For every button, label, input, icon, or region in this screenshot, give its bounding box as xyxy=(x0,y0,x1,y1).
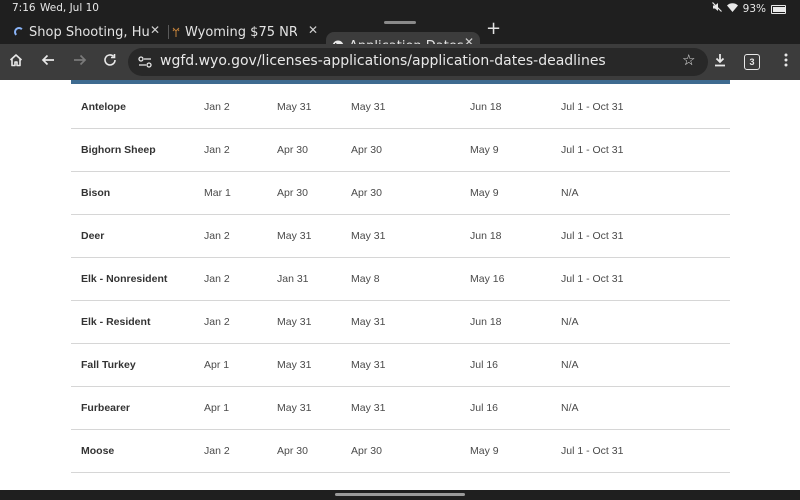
close-icon[interactable]: ✕ xyxy=(150,23,160,37)
date-range-cell: Jul 1 - Oct 31 xyxy=(561,144,624,156)
date-cell: Apr 30 xyxy=(351,187,382,199)
table-row: Elk - Nonresident Jan 2 Jan 31 May 8 May… xyxy=(71,258,730,301)
date-cell: May 31 xyxy=(277,359,312,371)
date-cell: May 31 xyxy=(277,230,312,242)
battery-icon xyxy=(771,4,786,14)
date-cell: Jun 18 xyxy=(470,230,502,242)
species-cell: Moose xyxy=(81,445,115,457)
status-time: 7:16 xyxy=(12,2,36,14)
date-range-cell: Jul 1 - Oct 31 xyxy=(561,273,624,285)
status-bar: 7:16 Wed, Jul 10 93% xyxy=(0,0,800,16)
date-range-cell: N/A xyxy=(561,187,579,199)
date-cell: Apr 30 xyxy=(277,445,308,457)
back-icon[interactable] xyxy=(38,52,58,72)
loading-spinner-icon xyxy=(14,27,24,37)
status-icons: 93% xyxy=(711,2,786,16)
table-row: Deer Jan 2 May 31 May 31 Jun 18 Jul 1 - … xyxy=(71,215,730,258)
tab-wyoming-nr-app[interactable]: Wyoming $75 NR app ✕ xyxy=(172,20,324,44)
table-row: Furbearer Apr 1 May 31 May 31 Jul 16 N/A xyxy=(71,387,730,430)
date-cell: Apr 1 xyxy=(204,402,230,414)
address-bar[interactable]: wgfd.wyo.gov/licenses-applications/appli… xyxy=(128,48,708,76)
table-row: Elk - Resident Jan 2 May 31 May 31 Jun 1… xyxy=(71,301,730,344)
date-cell: May 31 xyxy=(277,402,312,414)
tab-shop-shooting[interactable]: Shop Shooting, Hunti ✕ xyxy=(14,20,166,44)
window-drag-handle[interactable] xyxy=(384,21,416,24)
species-cell: Bison xyxy=(81,187,111,199)
species-cell: Furbearer xyxy=(81,402,131,414)
forward-icon[interactable] xyxy=(70,52,90,72)
tab-strip: Shop Shooting, Hunti ✕ Wyoming $75 NR ap… xyxy=(0,16,800,60)
date-cell: May 31 xyxy=(351,359,386,371)
species-cell: Bighorn Sheep xyxy=(81,144,156,156)
date-cell: Apr 30 xyxy=(277,187,308,199)
table-row: Antelope Jan 2 May 31 May 31 Jun 18 Jul … xyxy=(71,86,730,129)
url-text: wgfd.wyo.gov/licenses-applications/appli… xyxy=(160,53,606,69)
system-nav-bar xyxy=(0,490,800,500)
tab-divider xyxy=(168,25,169,39)
species-cell: Deer xyxy=(81,230,105,242)
tab-switcher-button[interactable]: 3 xyxy=(744,54,760,70)
date-cell: Jan 31 xyxy=(277,273,309,285)
more-menu-icon[interactable] xyxy=(776,52,796,72)
status-date: Wed, Jul 10 xyxy=(40,2,99,14)
date-cell: May 9 xyxy=(470,187,499,199)
date-cell: May 31 xyxy=(351,316,386,328)
site-settings-icon[interactable] xyxy=(138,55,152,73)
date-cell: Apr 1 xyxy=(204,359,230,371)
wifi-icon xyxy=(726,2,738,16)
date-cell: Jul 16 xyxy=(470,359,499,371)
date-cell: Jan 2 xyxy=(204,316,230,328)
tab-title: Shop Shooting, Hunti xyxy=(29,24,149,40)
home-icon[interactable] xyxy=(6,52,26,72)
table-row: Bison Mar 1 Apr 30 Apr 30 May 9 N/A xyxy=(71,172,730,215)
date-cell: Jan 2 xyxy=(204,144,230,156)
browser-toolbar: wgfd.wyo.gov/licenses-applications/appli… xyxy=(0,44,800,80)
date-range-cell: N/A xyxy=(561,402,579,414)
close-icon[interactable]: ✕ xyxy=(308,23,318,37)
antler-favicon-icon xyxy=(172,27,180,37)
date-cell: Apr 30 xyxy=(351,445,382,457)
date-cell: May 31 xyxy=(351,101,386,113)
tab-title: Wyoming $75 NR app xyxy=(185,24,297,40)
species-cell: Antelope xyxy=(81,101,126,113)
table-header-bar xyxy=(71,80,730,84)
date-cell: May 9 xyxy=(470,445,499,457)
date-cell: May 31 xyxy=(351,230,386,242)
date-range-cell: Jul 1 - Oct 31 xyxy=(561,230,624,242)
species-cell: Elk - Resident xyxy=(81,316,151,328)
date-cell: May 31 xyxy=(277,316,312,328)
reload-icon[interactable] xyxy=(100,52,120,72)
date-cell: Apr 30 xyxy=(351,144,382,156)
date-cell: Jan 2 xyxy=(204,230,230,242)
date-cell: Jan 2 xyxy=(204,273,230,285)
date-range-cell: N/A xyxy=(561,316,579,328)
date-range-cell: N/A xyxy=(561,359,579,371)
table-row: Bighorn Sheep Jan 2 Apr 30 Apr 30 May 9 … xyxy=(71,129,730,172)
date-cell: Jan 2 xyxy=(204,445,230,457)
bookmark-star-icon[interactable]: ☆ xyxy=(682,51,695,69)
table-row: Moose Jan 2 Apr 30 Apr 30 May 9 Jul 1 - … xyxy=(71,430,730,473)
date-cell: May 31 xyxy=(351,402,386,414)
date-cell: May 31 xyxy=(277,101,312,113)
species-cell: Elk - Nonresident xyxy=(81,273,168,285)
date-cell: Jul 16 xyxy=(470,402,499,414)
date-cell: Mar 1 xyxy=(204,187,231,199)
date-cell: Jan 2 xyxy=(204,101,230,113)
web-page: Antelope Jan 2 May 31 May 31 Jun 18 Jul … xyxy=(0,80,800,490)
date-cell: May 9 xyxy=(470,144,499,156)
date-cell: Apr 30 xyxy=(277,144,308,156)
mute-icon xyxy=(711,2,722,16)
date-cell: May 16 xyxy=(470,273,505,285)
date-cell: Jun 18 xyxy=(470,316,502,328)
battery-percent: 93% xyxy=(742,3,766,15)
gesture-handle[interactable] xyxy=(335,493,465,496)
date-range-cell: Jul 1 - Oct 31 xyxy=(561,445,624,457)
date-cell: May 8 xyxy=(351,273,380,285)
date-cell: Jun 18 xyxy=(470,101,502,113)
download-icon[interactable] xyxy=(710,52,730,72)
species-cell: Fall Turkey xyxy=(81,359,136,371)
table-row: Fall Turkey Apr 1 May 31 May 31 Jul 16 N… xyxy=(71,344,730,387)
new-tab-button[interactable]: + xyxy=(486,18,501,39)
date-range-cell: Jul 1 - Oct 31 xyxy=(561,101,624,113)
